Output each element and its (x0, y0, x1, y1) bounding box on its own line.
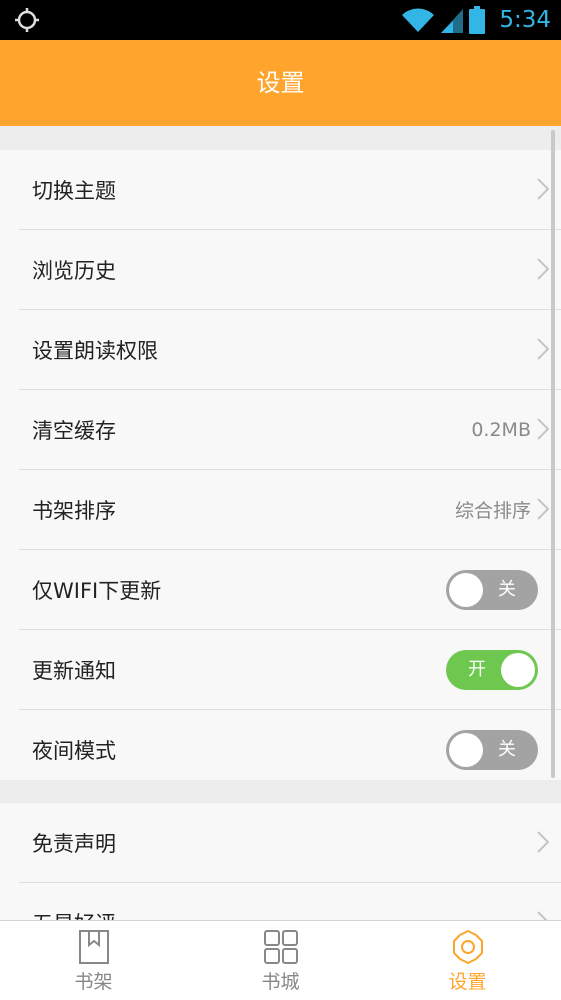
setting-label: 浏览历史 (32, 258, 116, 283)
wifi-update-toggle[interactable]: 关 (446, 569, 538, 610)
setting-label: 夜间模式 (32, 738, 116, 763)
wifi-icon (402, 8, 435, 32)
setting-row-night-mode: 夜间模式 关 (19, 710, 561, 789)
tab-bookstore[interactable]: 书城 (187, 921, 374, 1000)
toggle-state-label: 开 (468, 658, 486, 680)
gear-icon (452, 930, 483, 964)
tab-bookshelf[interactable]: 书架 (0, 921, 187, 1000)
toggle-knob (501, 652, 535, 687)
chevron-right-icon (537, 831, 549, 853)
chevron-right-icon (537, 498, 549, 520)
setting-label: 切换主题 (32, 178, 116, 203)
cache-size-value: 0.2MB (471, 418, 531, 441)
setting-row-theme[interactable]: 切换主题 (19, 150, 561, 230)
bottom-tab-bar: 书架 书城 设置 (0, 920, 561, 1000)
battery-icon (469, 6, 486, 34)
setting-row-history[interactable]: 浏览历史 (19, 230, 561, 310)
setting-label: 设置朗读权限 (32, 338, 158, 363)
chevron-right-icon (537, 911, 548, 920)
bookshelf-icon (78, 930, 109, 964)
setting-label: 免责声明 (32, 831, 116, 856)
setting-row-disclaimer[interactable]: 免责声明 (19, 803, 561, 883)
setting-label: 五星好评 (32, 908, 116, 921)
setting-row-rate[interactable]: 五星好评 (19, 883, 561, 920)
setting-label: 清空缓存 (32, 418, 116, 443)
page-title: 设置 (0, 40, 561, 126)
gps-icon (15, 8, 39, 32)
setting-label: 书架排序 (32, 498, 116, 523)
setting-row-update-notify: 更新通知 开 (19, 630, 561, 710)
toggle-knob (449, 732, 483, 767)
settings-group-about: 免责声明 五星好评 (0, 803, 561, 920)
setting-label: 更新通知 (32, 658, 116, 683)
signal-icon (441, 9, 464, 33)
scrollbar[interactable] (551, 130, 555, 778)
tab-label: 书架 (74, 971, 113, 993)
setting-row-cache[interactable]: 清空缓存 0.2MB (19, 390, 561, 470)
setting-row-read-permission[interactable]: 设置朗读权限 (19, 310, 561, 390)
setting-label: 仅WIFI下更新 (32, 578, 162, 603)
chevron-right-icon (537, 258, 549, 280)
chevron-right-icon (537, 418, 549, 440)
tab-label: 设置 (448, 971, 487, 993)
chevron-right-icon (537, 178, 549, 200)
chevron-right-icon (537, 338, 549, 360)
setting-row-wifi-update: 仅WIFI下更新 关 (19, 550, 561, 630)
night-mode-toggle[interactable]: 关 (446, 729, 538, 770)
status-time: 5:34 (499, 7, 551, 33)
tab-label: 书城 (261, 971, 300, 993)
update-notify-toggle[interactable]: 开 (446, 649, 538, 690)
toggle-state-label: 关 (498, 578, 516, 600)
settings-group-main: 切换主题 浏览历史 设置朗读权限 清空缓存 0.2MB 书架排序 综合排序 仅W… (0, 150, 561, 780)
status-bar: 5:34 (0, 0, 561, 40)
grid-icon (263, 930, 298, 964)
setting-row-shelf-sort[interactable]: 书架排序 综合排序 (19, 470, 561, 550)
shelf-sort-value: 综合排序 (454, 500, 531, 522)
toggle-state-label: 关 (498, 738, 516, 760)
tab-settings[interactable]: 设置 (374, 921, 561, 1000)
toggle-knob (449, 572, 483, 607)
